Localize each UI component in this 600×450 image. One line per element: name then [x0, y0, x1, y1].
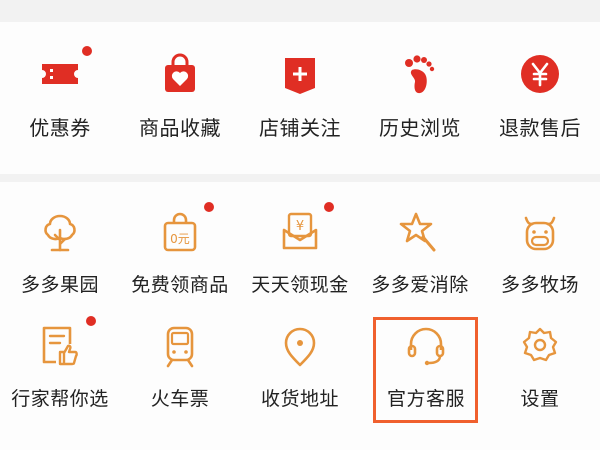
cow-icon	[524, 216, 556, 251]
star-wand-icon	[399, 212, 436, 252]
free-bag-icon: 0元	[163, 212, 197, 252]
shipping-address-button[interactable]: 收货地址	[240, 322, 360, 411]
cash-envelope-icon: ¥	[282, 212, 318, 250]
daily-cash-button[interactable]: ¥ 天天领现金	[240, 200, 360, 297]
refund-aftersale-label: 退款售后	[499, 116, 581, 140]
train-icon	[166, 326, 194, 368]
customer-service-highlight-box	[373, 317, 478, 423]
match-game-button[interactable]: 多多爱消除	[360, 208, 480, 297]
match-game-label: 多多爱消除	[371, 274, 469, 296]
expert-pick-label: 行家帮你选	[11, 388, 109, 410]
favorites-button[interactable]: 商品收藏	[120, 50, 240, 141]
followed-stores-button[interactable]: 店铺关注	[240, 50, 360, 141]
heart-bag-icon	[165, 53, 195, 92]
cash-symbol: ¥	[296, 219, 304, 234]
free-goods-label: 免费领商品	[131, 274, 229, 296]
checklist-thumb-icon	[42, 326, 78, 366]
store-plus-icon	[285, 58, 315, 94]
notification-dot	[84, 314, 98, 328]
coupon-icon	[42, 64, 78, 84]
gear-icon	[522, 327, 558, 362]
yen-circle-icon	[521, 55, 559, 93]
refund-aftersale-button[interactable]: 退款售后	[480, 50, 600, 141]
free-bag-text: 0元	[170, 232, 190, 246]
settings-label: 设置	[520, 388, 560, 410]
ranch-label: 多多牧场	[500, 274, 579, 296]
free-goods-button[interactable]: 0元 免费领商品	[120, 200, 240, 297]
train-ticket-button[interactable]: 火车票	[120, 322, 240, 411]
footprint-icon	[405, 55, 435, 94]
favorites-label: 商品收藏	[139, 116, 221, 140]
history-label: 历史浏览	[379, 116, 461, 140]
daily-cash-label: 天天领现金	[251, 274, 349, 296]
settings-button[interactable]: 设置	[480, 322, 600, 411]
orchard-label: 多多果园	[20, 274, 99, 296]
train-ticket-label: 火车票	[150, 388, 210, 410]
coupon-label: 优惠券	[29, 116, 91, 140]
followed-stores-label: 店铺关注	[259, 116, 341, 140]
location-pin-icon	[284, 327, 316, 367]
tools-grid-card: 多多果园 0元 免费领商品 ¥ 天天领现金 多多爱消除 多多牧场 行家帮你选 火…	[0, 182, 600, 450]
top-shortcuts-card: 优惠券 商品收藏 店铺关注 历史浏览 退款售后	[0, 22, 600, 174]
notification-dot	[322, 200, 336, 214]
ranch-button[interactable]: 多多牧场	[480, 208, 600, 297]
notification-dot	[202, 200, 216, 214]
notification-dot	[80, 44, 94, 58]
shipping-address-label: 收货地址	[260, 388, 339, 410]
expert-pick-button[interactable]: 行家帮你选	[0, 314, 120, 411]
coupon-button[interactable]: 优惠券	[0, 44, 120, 141]
history-button[interactable]: 历史浏览	[360, 50, 480, 141]
tree-icon	[44, 214, 76, 252]
orchard-button[interactable]: 多多果园	[0, 208, 120, 297]
